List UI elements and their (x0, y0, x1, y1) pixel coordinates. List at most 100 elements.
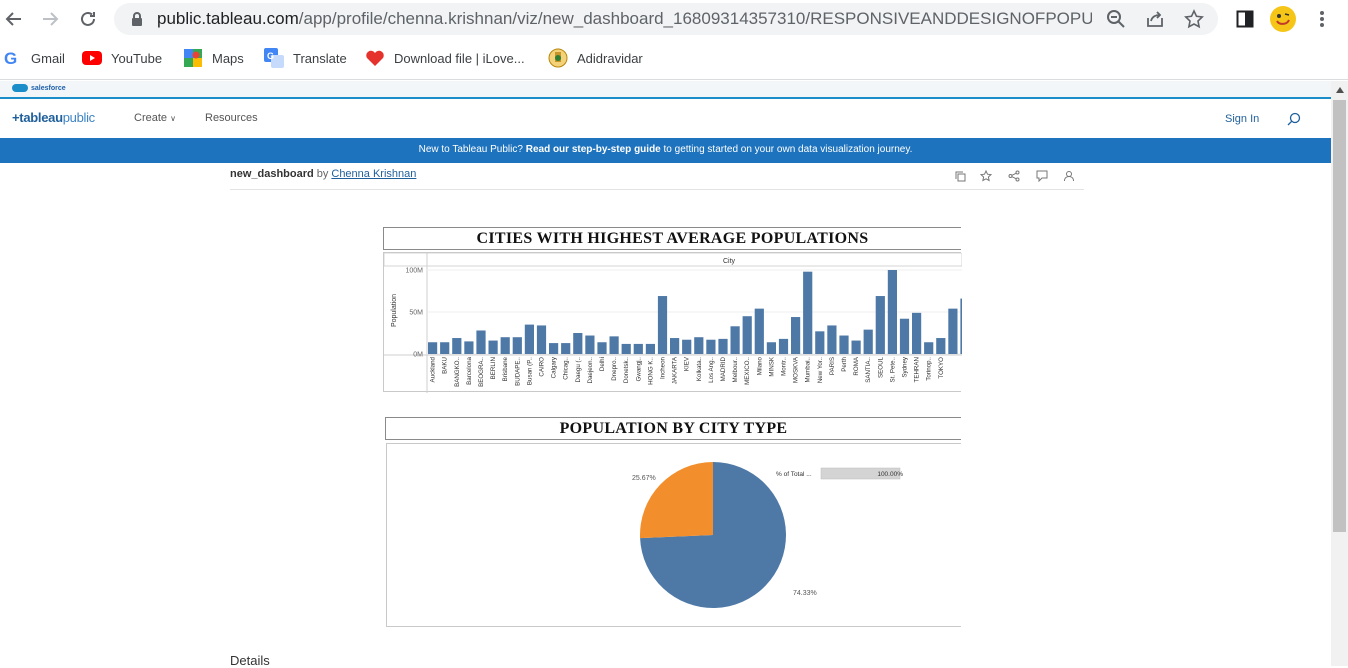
bookmark-label: YouTube (111, 50, 163, 66)
bar[interactable] (803, 271, 813, 354)
bookmark-maps[interactable]: Maps (183, 48, 244, 68)
bar[interactable] (778, 338, 789, 354)
bar[interactable] (585, 335, 595, 354)
bar[interactable] (912, 312, 922, 354)
bar[interactable] (621, 343, 631, 354)
bar[interactable] (766, 342, 776, 354)
create-menu[interactable]: Create ∨ (134, 112, 176, 124)
bookmark-star-icon[interactable] (1183, 8, 1205, 30)
reload-icon (81, 11, 95, 26)
bar[interactable] (887, 270, 897, 354)
profile-avatar-icon[interactable] (1270, 6, 1296, 32)
bar[interactable] (488, 340, 498, 354)
forward-button[interactable] (36, 5, 64, 33)
bar[interactable] (936, 338, 946, 354)
scroll-up-arrow-icon[interactable] (1331, 81, 1348, 98)
bar[interactable] (657, 296, 668, 354)
bookmark-gmail[interactable]: G Gmail (2, 48, 65, 68)
bar[interactable] (706, 339, 716, 354)
bar[interactable] (815, 331, 825, 354)
bar[interactable] (899, 318, 910, 354)
bar[interactable] (730, 326, 740, 354)
bar[interactable] (851, 340, 861, 354)
x-tick-label: Kolkata.. (696, 357, 703, 381)
bar[interactable] (682, 339, 692, 354)
favorite-star-icon[interactable] (979, 169, 993, 183)
pie-slice[interactable] (640, 462, 713, 539)
banner-guide-link[interactable]: Read our step-by-step guide (526, 144, 661, 155)
scrollbar-thumb[interactable] (1333, 100, 1346, 532)
resources-link[interactable]: Resources (205, 112, 258, 124)
bar[interactable] (500, 337, 510, 354)
bar[interactable] (597, 342, 607, 354)
bar[interactable] (948, 308, 958, 354)
pie-slice-label: 74.33% (793, 590, 817, 597)
bar[interactable] (839, 335, 849, 354)
svg-text:G: G (267, 51, 274, 61)
share-icon[interactable] (1144, 8, 1166, 30)
bar[interactable] (791, 317, 801, 354)
bookmark-translate[interactable]: G Translate (264, 48, 347, 68)
x-tick-label: Brisbane (502, 356, 509, 381)
bookmark-ilovepdf[interactable]: Download file | iLove... (365, 48, 525, 68)
x-tick-label: Donetsk.. (623, 357, 630, 383)
x-tick-label: SANTIA.. (865, 357, 872, 383)
x-tick-label: New Yor.. (817, 357, 824, 383)
copy-icon[interactable] (953, 169, 967, 183)
bar[interactable] (742, 316, 752, 354)
pie-chart[interactable]: 74.33% 25.67% % of Total ... 100.00% (387, 444, 962, 628)
bar[interactable] (464, 341, 474, 354)
lock-icon[interactable] (126, 8, 148, 30)
bar[interactable] (645, 343, 655, 354)
share-icon[interactable] (1007, 169, 1021, 183)
x-tick-label: Daegu (.. (575, 357, 582, 383)
bookmark-adidravidar[interactable]: Adidravidar (548, 48, 643, 68)
address-bar[interactable]: public.tableau.com/app/profile/chenna.kr… (114, 3, 1218, 35)
bar[interactable] (827, 325, 837, 354)
bar[interactable] (549, 343, 559, 354)
bar[interactable] (609, 336, 619, 354)
bookmark-youtube[interactable]: YouTube (82, 48, 162, 68)
bar[interactable] (694, 337, 704, 354)
bar[interactable] (428, 342, 438, 354)
salesforce-logo[interactable]: salesforce (12, 84, 66, 92)
bar[interactable] (924, 342, 934, 354)
translate-icon: G (264, 48, 284, 68)
x-tick-label: Calgary (551, 356, 558, 378)
back-button[interactable] (0, 5, 28, 33)
more-menu-icon[interactable] (1309, 6, 1335, 32)
bar[interactable] (524, 324, 534, 354)
comment-icon[interactable] (1035, 169, 1049, 183)
bar-chart-title: CITIES WITH HIGHEST AVERAGE POPULATIONS (383, 227, 961, 250)
tableau-public-logo[interactable]: +tableaupublic (12, 110, 95, 125)
bar[interactable] (633, 343, 643, 354)
sign-in-link[interactable]: Sign In (1225, 113, 1259, 125)
bar-chart[interactable]: City Population 0M 50M 100M Auckland BAKU BANGK… (383, 252, 963, 393)
x-tick-label: MOSKVA (793, 356, 800, 383)
search-icon[interactable] (1287, 112, 1301, 131)
salesforce-cloud-icon (12, 84, 28, 92)
bar[interactable] (536, 325, 547, 354)
gmail-icon: G (2, 48, 22, 68)
x-tick-label: Melbour.. (732, 357, 739, 383)
bar[interactable] (754, 308, 764, 354)
reload-button[interactable] (74, 5, 102, 33)
x-tick-label: MEXICO.. (744, 357, 751, 385)
bar[interactable] (875, 296, 885, 354)
bar[interactable] (718, 338, 728, 354)
bar[interactable] (512, 337, 522, 354)
bar[interactable] (960, 298, 962, 354)
bar[interactable] (476, 330, 486, 354)
bar[interactable] (452, 338, 462, 354)
user-icon[interactable] (1062, 169, 1076, 183)
bar[interactable] (670, 338, 680, 354)
url-path: /app/profile/chenna.krishnan/viz/new_das… (298, 9, 1092, 28)
bar[interactable] (561, 343, 571, 354)
bar[interactable] (863, 329, 873, 354)
url-text[interactable]: public.tableau.com/app/profile/chenna.kr… (157, 9, 1092, 29)
author-link[interactable]: Chenna Krishnan (331, 168, 416, 180)
bar[interactable] (573, 333, 583, 354)
zoom-icon[interactable] (1105, 8, 1127, 30)
bar[interactable] (440, 342, 450, 354)
side-panel-icon[interactable] (1232, 6, 1258, 32)
